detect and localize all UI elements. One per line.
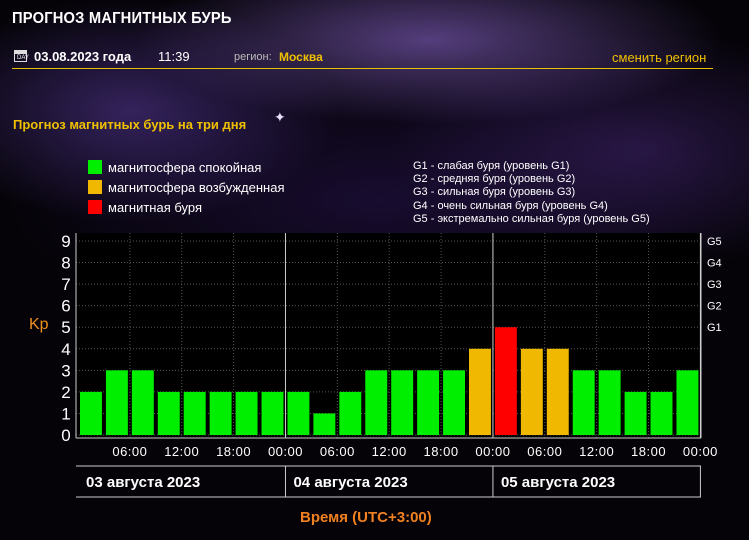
kp-bar [494,327,517,435]
kp-bar [131,370,154,435]
kp-bar [598,370,621,435]
y-tick-label: 5 [61,318,70,337]
x-tick-label: 12:00 [164,444,199,459]
y-tick-label: 7 [61,275,70,294]
kp-bar [183,391,206,435]
kp-bar [157,391,180,435]
kp-bar [624,391,647,435]
kp-bar [365,370,388,435]
y-tick-label: 3 [61,361,70,380]
x-tick-label: 12:00 [372,444,407,459]
x-tick-label: 18:00 [424,444,459,459]
x-tick-label: 00:00 [475,444,510,459]
kp-bar [80,391,102,435]
kp-bar [209,391,232,435]
kp-bar-chart: 0 1 2 3 4 5 6 7 8 9 G1 G2 G3 G4 G5 06:00 12:00 18:00 00:00… [61,232,722,498]
y-tick-label: 6 [61,297,70,316]
y-tick-label: 2 [61,383,70,402]
x-tick-label: 06:00 [112,444,147,459]
kp-bar [443,370,466,435]
y-tick-label: 4 [61,340,70,359]
kp-bar [339,391,362,435]
day-label: 04 августа 2023 [293,474,407,491]
x-tick-label: 06:00 [320,444,355,459]
y-tick-label: 8 [61,254,70,273]
g-level-tick-label: G4 [707,258,722,270]
kp-bar [650,391,673,435]
y-tick-label: 9 [61,232,70,251]
kp-bar [105,370,128,435]
x-tick-label: 00:00 [683,444,718,459]
x-tick-label: 00:00 [268,444,303,459]
kp-bar [235,391,258,435]
kp-bar [417,370,440,435]
kp-bar [520,348,543,435]
kp-bar [572,370,595,435]
x-tick-label: 06:00 [527,444,562,459]
x-axis-title: Время (UTC+3:00) [300,509,432,526]
g-level-tick-label: G3 [707,279,722,291]
g-level-tick-label: G2 [707,301,722,313]
day-label: 03 августа 2023 [86,474,200,491]
x-tick-label: 18:00 [631,444,666,459]
y-tick-label: 0 [61,426,70,445]
kp-bar [676,370,699,435]
kp-bar [391,370,414,435]
g-level-tick-label: G5 [707,236,722,248]
g-level-tick-label: G1 [707,322,722,334]
kp-bar [287,391,310,435]
kp-bar [261,391,284,435]
y-tick-label: 1 [61,404,70,423]
x-tick-label: 12:00 [579,444,614,459]
kp-bar [469,348,491,435]
kp-bar [313,413,336,435]
kp-bar [546,348,569,435]
day-label: 05 августа 2023 [501,474,615,491]
x-tick-label: 18:00 [216,444,251,459]
